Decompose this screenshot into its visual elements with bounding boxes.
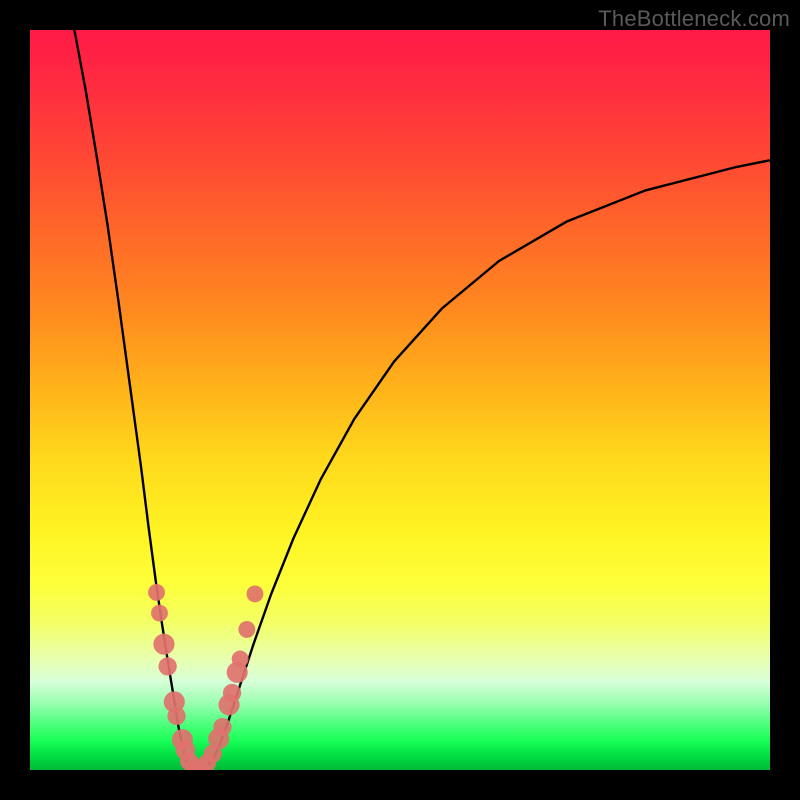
data-marker [167, 707, 185, 725]
data-marker [151, 605, 168, 622]
data-marker [213, 718, 231, 736]
bottleneck-curve [74, 30, 770, 770]
data-marker [247, 585, 264, 602]
data-marker [148, 584, 165, 601]
watermark-text: TheBottleneck.com [598, 6, 790, 32]
data-marker [153, 634, 174, 655]
data-marker [232, 651, 249, 668]
data-marker [238, 621, 255, 638]
bottleneck-curve-chart [30, 30, 770, 770]
data-marker [159, 657, 177, 675]
plot-area [30, 30, 770, 770]
data-marker [223, 684, 241, 702]
chart-frame: TheBottleneck.com [0, 0, 800, 800]
